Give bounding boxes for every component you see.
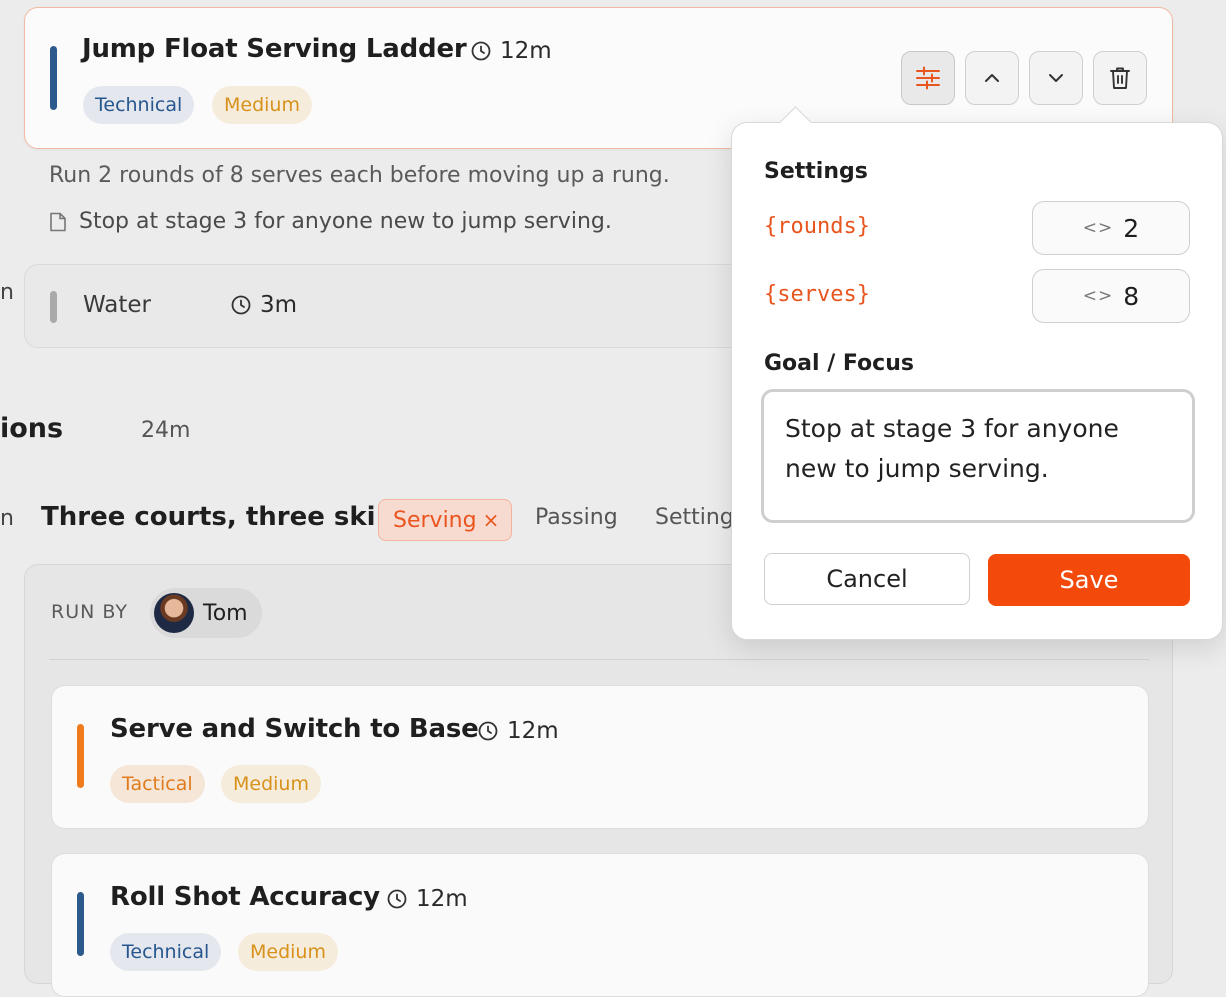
- remove-filter-icon[interactable]: ×: [483, 508, 500, 532]
- drill-card-roll-shot[interactable]: Roll Shot Accuracy 12m Technical Medium: [51, 853, 1149, 997]
- clock-icon: [231, 295, 251, 315]
- drill-description: Run 2 rounds of 8 serves each before mov…: [49, 163, 670, 188]
- water-duration-text: 3m: [260, 292, 298, 318]
- goal-textarea[interactable]: Stop at stage 3 for anyone new to jump s…: [761, 389, 1195, 523]
- left-cut-label: n: [0, 280, 14, 305]
- param-name-serves: {serves}: [764, 282, 870, 307]
- settings-heading: Settings: [764, 159, 868, 184]
- drill-accent-bar: [77, 892, 84, 956]
- serves-value: 8: [1123, 281, 1140, 311]
- move-up-button[interactable]: [965, 51, 1019, 105]
- serves-stepper[interactable]: <> 8: [1032, 269, 1190, 323]
- drill-duration: 12m: [478, 718, 559, 744]
- drill-card-serve-switch[interactable]: Serve and Switch to Base 12m Tactical Me…: [51, 685, 1149, 829]
- param-name-rounds: {rounds}: [764, 214, 870, 239]
- clock-icon: [478, 721, 498, 741]
- move-down-button[interactable]: [1029, 51, 1083, 105]
- save-button[interactable]: Save: [988, 554, 1190, 606]
- run-by-name: Tom: [203, 600, 248, 626]
- clock-icon: [387, 889, 407, 909]
- filter-tag-serving[interactable]: Serving ×: [378, 499, 513, 541]
- stepper-icon: <>: [1082, 218, 1114, 238]
- filter-tag-setting[interactable]: Setting: [655, 505, 731, 530]
- avatar: [154, 593, 194, 633]
- stepper-icon: <>: [1082, 286, 1114, 306]
- station-title[interactable]: Three courts, three ski: [41, 502, 376, 532]
- drill-duration-text: 12m: [507, 718, 559, 744]
- drill-duration: 12m: [387, 886, 468, 912]
- drill-title: Roll Shot Accuracy: [110, 882, 380, 912]
- delete-button[interactable]: [1093, 51, 1147, 105]
- note-icon: [50, 212, 66, 231]
- tag-medium: Medium: [212, 86, 312, 124]
- settings-sliders-icon: [916, 66, 940, 90]
- drill-duration-text: 12m: [416, 886, 468, 912]
- water-break-card[interactable]: Water 3m: [24, 264, 804, 348]
- filter-tag-serving-label: Serving: [393, 507, 477, 533]
- settings-popover: Settings {rounds} <> 2 {serves} <> 8 Goa…: [731, 106, 1223, 640]
- drill-duration-text: 12m: [500, 38, 552, 64]
- divider: [49, 659, 1149, 660]
- drill-duration: 12m: [471, 38, 552, 64]
- water-label: Water: [83, 292, 151, 318]
- drill-note: Stop at stage 3 for anyone new to jump s…: [49, 209, 612, 234]
- section-title: ions: [0, 413, 64, 444]
- clock-icon: [471, 41, 491, 61]
- water-accent-bar: [50, 291, 57, 323]
- tag-technical: Technical: [83, 86, 195, 124]
- left-cut-label-2: n: [0, 506, 14, 531]
- goal-heading: Goal / Focus: [764, 351, 914, 376]
- tag-medium: Medium: [221, 765, 321, 803]
- section-duration: 24m: [141, 418, 191, 443]
- tag-medium: Medium: [238, 933, 338, 971]
- tag-tactical: Tactical: [110, 765, 205, 803]
- cancel-button[interactable]: Cancel: [764, 553, 970, 605]
- run-by-label: RUN BY: [51, 601, 128, 623]
- rounds-stepper[interactable]: <> 2: [1032, 201, 1190, 255]
- tag-technical: Technical: [110, 933, 222, 971]
- drill-accent-bar: [77, 724, 84, 788]
- run-by-chip[interactable]: Tom: [150, 588, 262, 638]
- water-duration: 3m: [231, 292, 297, 318]
- drill-title: Serve and Switch to Base: [110, 714, 479, 744]
- drill-accent-bar: [50, 46, 57, 110]
- chevron-down-icon: [1049, 74, 1063, 82]
- settings-button[interactable]: [901, 51, 955, 105]
- rounds-value: 2: [1123, 213, 1140, 243]
- chevron-up-icon: [985, 74, 999, 82]
- drill-title: Jump Float Serving Ladder: [82, 34, 467, 64]
- trash-icon: [1110, 67, 1130, 89]
- filter-tag-passing[interactable]: Passing: [535, 505, 618, 530]
- drill-note-text: Stop at stage 3 for anyone new to jump s…: [79, 209, 612, 234]
